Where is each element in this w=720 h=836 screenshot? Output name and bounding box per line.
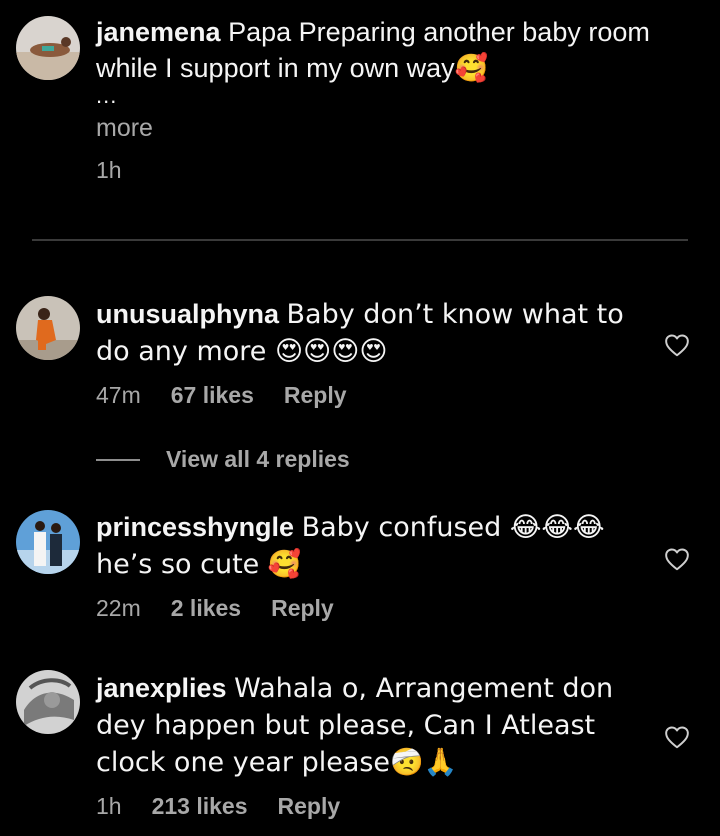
heart-icon[interactable]: [664, 547, 690, 571]
divider: [32, 239, 688, 241]
comment-unusualphyna: unusualphyna Baby don’t know what to do …: [96, 296, 660, 409]
heart-icon[interactable]: [664, 725, 690, 749]
view-replies-button[interactable]: View all 4 replies: [96, 446, 350, 473]
reply-button[interactable]: Reply: [271, 595, 334, 622]
likes-count[interactable]: 67 likes: [171, 382, 254, 409]
heart-icon[interactable]: [664, 333, 690, 357]
comment-text: unusualphyna Baby don’t know what to do …: [96, 296, 660, 370]
comment-text: princesshyngle Baby confused 😂😂😂 he’s so…: [96, 509, 660, 583]
username[interactable]: unusualphyna: [96, 299, 279, 329]
reply-button[interactable]: Reply: [284, 382, 347, 409]
likes-count[interactable]: 213 likes: [152, 793, 248, 820]
timestamp: 1h: [96, 793, 122, 819]
comment-text: janemena Papa Preparing another baby roo…: [96, 14, 660, 86]
username[interactable]: janemena: [96, 17, 221, 47]
timestamp: 47m: [96, 382, 141, 408]
ellipsis: ...: [96, 83, 118, 108]
timestamp: 22m: [96, 595, 141, 621]
comment-meta: 1h 213 likes Reply: [96, 793, 660, 820]
comment-janexplies: janexplies Wahala o, Arrangement don dey…: [96, 670, 660, 820]
view-replies-label[interactable]: View all 4 replies: [166, 446, 350, 473]
comment-princesshyngle: princesshyngle Baby confused 😂😂😂 he’s so…: [96, 509, 660, 622]
reply-button[interactable]: Reply: [278, 793, 341, 820]
comment-meta: 22m 2 likes Reply: [96, 595, 660, 622]
replies-line: [96, 458, 140, 461]
avatar-janemena[interactable]: [16, 16, 80, 80]
avatar-princesshyngle[interactable]: [16, 510, 80, 574]
username[interactable]: princesshyngle: [96, 512, 294, 542]
avatar-unusualphyna[interactable]: [16, 296, 80, 360]
username[interactable]: janexplies: [96, 673, 227, 703]
avatar-janexplies[interactable]: [16, 670, 80, 734]
likes-count[interactable]: 2 likes: [171, 595, 241, 622]
comment-text: janexplies Wahala o, Arrangement don dey…: [96, 670, 660, 781]
comment-meta: 47m 67 likes Reply: [96, 382, 660, 409]
timestamp: 1h: [96, 157, 122, 183]
more-link[interactable]: more: [96, 114, 660, 143]
comment-janemena: janemena Papa Preparing another baby roo…: [96, 14, 660, 184]
comment-meta: 1h: [96, 157, 660, 184]
